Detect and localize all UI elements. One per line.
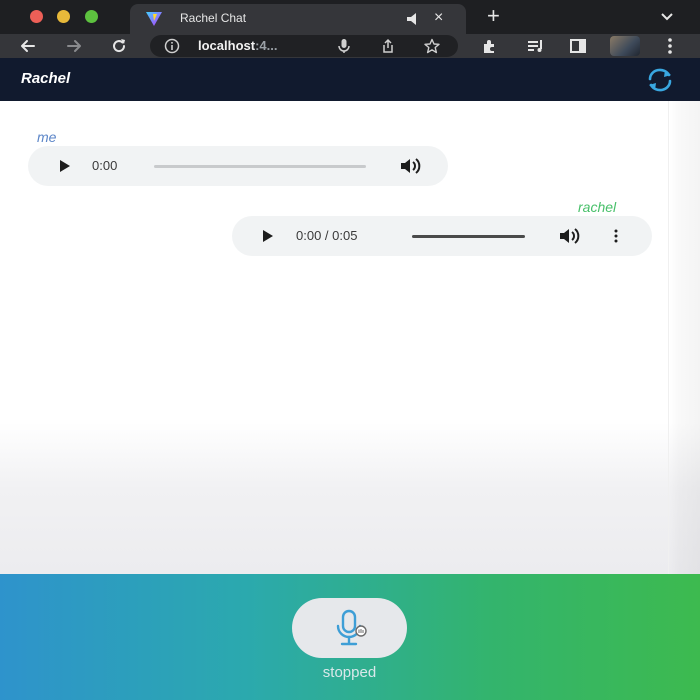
kebab-menu-icon[interactable] — [613, 229, 619, 243]
browser-tab-rachel-chat[interactable]: Rachel Chat × — [130, 4, 466, 34]
audio-player-me[interactable]: 0:00 — [28, 146, 448, 186]
tab-close-button[interactable]: × — [434, 8, 443, 28]
speaker-icon[interactable] — [405, 10, 423, 28]
audio-time: 0:00 — [92, 158, 118, 173]
recorder-status: stopped — [322, 664, 377, 681]
address-bar[interactable]: localhost:4... — [150, 35, 458, 57]
play-button[interactable] — [263, 230, 273, 242]
audio-time: 0:00 / 0:05 — [296, 228, 358, 243]
volume-icon[interactable] — [400, 157, 422, 175]
record-button[interactable] — [292, 598, 407, 658]
browser-tab-strip: Rachel Chat × + — [0, 0, 700, 34]
microphone-icon — [336, 609, 367, 646]
audio-seek-bar[interactable] — [154, 165, 366, 168]
profile-avatar[interactable] — [610, 36, 640, 56]
app-header: Rachel — [0, 58, 700, 101]
url-text: localhost:4... — [198, 38, 277, 53]
media-controls-icon[interactable] — [526, 36, 546, 56]
url-port: :4... — [255, 38, 278, 53]
forward-arrow-icon[interactable] — [64, 36, 84, 56]
new-tab-button[interactable]: + — [487, 4, 500, 28]
message-sender-me: me — [37, 129, 57, 145]
audio-seek-bar[interactable] — [412, 235, 525, 238]
chevron-down-icon[interactable] — [660, 10, 674, 24]
app-title: Rachel — [21, 70, 71, 87]
star-icon[interactable] — [424, 38, 440, 54]
refresh-icon[interactable] — [644, 67, 676, 93]
vite-logo-icon — [146, 12, 162, 26]
reload-icon[interactable] — [109, 36, 129, 56]
side-panel-icon[interactable] — [568, 36, 588, 56]
kebab-menu-icon[interactable] — [660, 36, 680, 56]
tab-title: Rachel Chat — [180, 11, 247, 25]
url-host: localhost — [198, 38, 256, 53]
audio-player-rachel[interactable]: 0:00 / 0:05 — [232, 216, 652, 256]
play-button[interactable] — [60, 160, 70, 172]
share-icon[interactable] — [380, 38, 396, 54]
window-close-button[interactable] — [30, 10, 43, 23]
volume-icon[interactable] — [559, 227, 581, 245]
message-sender-rachel: rachel — [578, 199, 617, 215]
recorder-panel: stopped — [0, 574, 700, 700]
window-maximize-button[interactable] — [85, 10, 98, 23]
extensions-icon[interactable] — [480, 36, 500, 56]
microphone-icon[interactable] — [336, 38, 352, 54]
window-minimize-button[interactable] — [57, 10, 70, 23]
browser-toolbar: localhost:4... — [0, 34, 700, 58]
info-icon[interactable] — [164, 38, 180, 54]
scrollbar-track[interactable] — [668, 101, 700, 574]
back-arrow-icon[interactable] — [18, 36, 38, 56]
